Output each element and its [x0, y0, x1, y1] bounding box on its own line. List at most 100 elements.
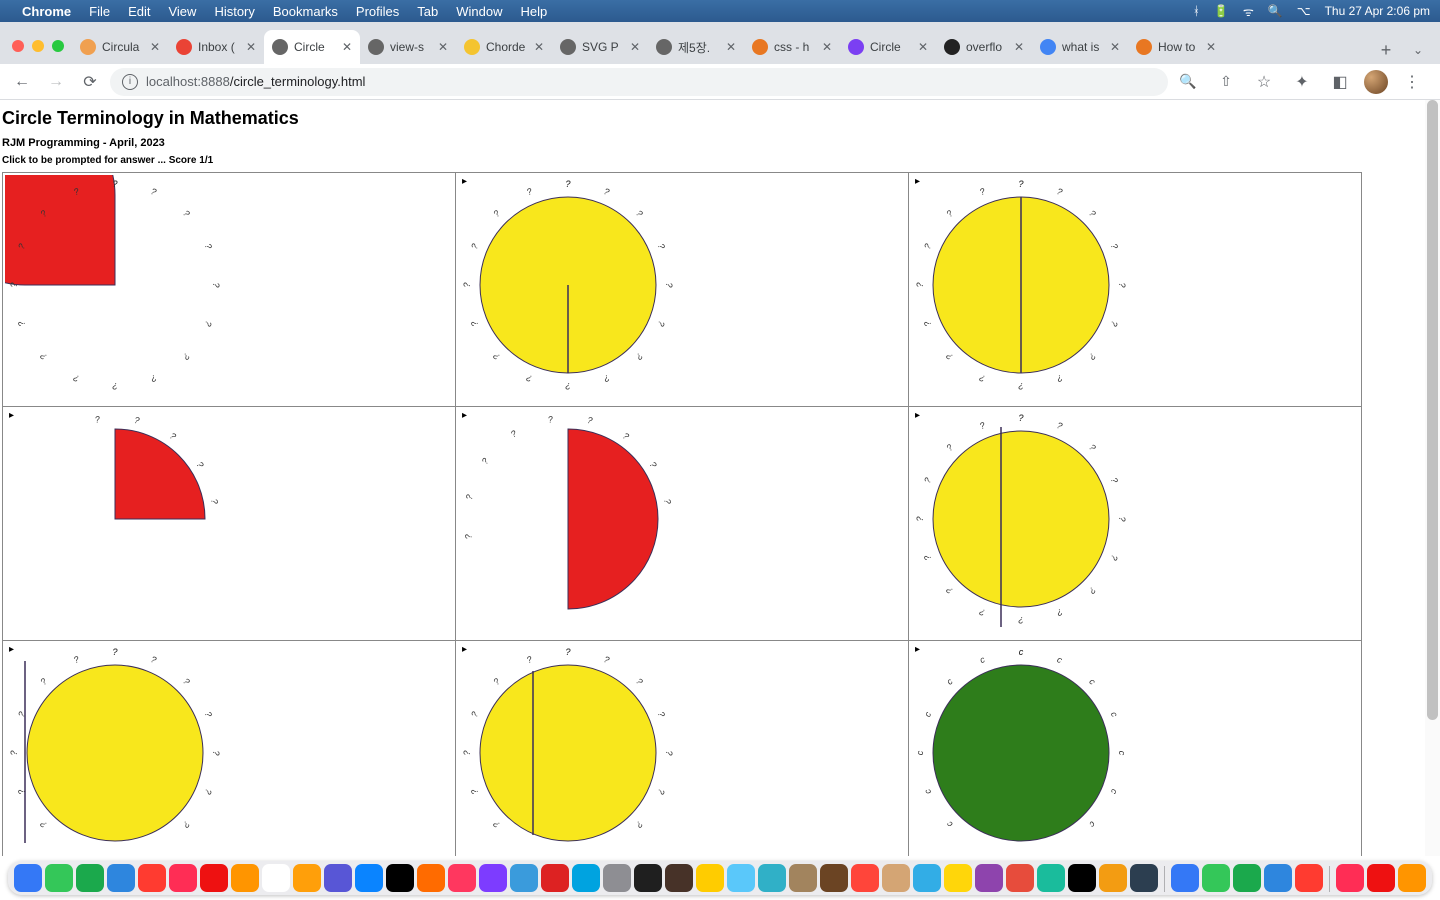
- dock-app-icon[interactable]: [975, 864, 1003, 892]
- bluetooth-icon[interactable]: ᚼ: [1193, 4, 1200, 18]
- dock-app-icon[interactable]: [603, 864, 631, 892]
- menu-file[interactable]: File: [89, 4, 110, 19]
- browser-tab[interactable]: Chorde✕: [456, 30, 552, 64]
- dock-app-icon[interactable]: [1006, 864, 1034, 892]
- menu-history[interactable]: History: [214, 4, 254, 19]
- dock-app-icon[interactable]: [14, 864, 42, 892]
- cell-minor-sector[interactable]: ▸ ?????: [3, 407, 456, 641]
- site-info-icon[interactable]: i: [122, 74, 138, 90]
- vertical-scrollbar[interactable]: [1425, 100, 1440, 856]
- browser-tab[interactable]: 제5장.✕: [648, 30, 744, 64]
- profile-avatar[interactable]: [1364, 70, 1388, 94]
- browser-tab[interactable]: Circula✕: [72, 30, 168, 64]
- dock-app-icon[interactable]: [1202, 864, 1230, 892]
- dock-app-icon[interactable]: [479, 864, 507, 892]
- close-tab-icon[interactable]: ✕: [918, 40, 928, 54]
- menu-profiles[interactable]: Profiles: [356, 4, 399, 19]
- menu-window[interactable]: Window: [456, 4, 502, 19]
- browser-tab[interactable]: view-s✕: [360, 30, 456, 64]
- browser-tab[interactable]: Circle✕: [840, 30, 936, 64]
- dock-app-icon[interactable]: [417, 864, 445, 892]
- battery-icon[interactable]: 🔋: [1214, 4, 1229, 18]
- extensions-icon[interactable]: ✦: [1288, 68, 1316, 96]
- dock-app-icon[interactable]: [1295, 864, 1323, 892]
- close-tab-icon[interactable]: ✕: [1014, 40, 1024, 54]
- scrollbar-thumb[interactable]: [1427, 100, 1438, 720]
- dock-app-icon[interactable]: [1130, 864, 1158, 892]
- close-tab-icon[interactable]: ✕: [822, 40, 832, 54]
- dock-app-icon[interactable]: [789, 864, 817, 892]
- dock-app-icon[interactable]: [76, 864, 104, 892]
- side-panel-icon[interactable]: ◧: [1326, 68, 1354, 96]
- dock-app-icon[interactable]: [1068, 864, 1096, 892]
- dock-app-icon[interactable]: [1264, 864, 1292, 892]
- tab-overflow-button[interactable]: ⌄: [1404, 36, 1432, 64]
- dock-app-icon[interactable]: [572, 864, 600, 892]
- dock-app-icon[interactable]: [1037, 864, 1065, 892]
- browser-tab[interactable]: what is✕: [1032, 30, 1128, 64]
- wifi-icon[interactable]: ᯤ: [1243, 3, 1254, 20]
- dock-app-icon[interactable]: [386, 864, 414, 892]
- dock-app-icon[interactable]: [665, 864, 693, 892]
- cell-tangent[interactable]: ▸ ?????????????????: [3, 641, 456, 857]
- dock-app-icon[interactable]: [541, 864, 569, 892]
- share-icon[interactable]: ⇧: [1212, 68, 1240, 96]
- dock-app-icon[interactable]: [45, 864, 73, 892]
- browser-tab[interactable]: SVG P✕: [552, 30, 648, 64]
- browser-tab[interactable]: Inbox (✕: [168, 30, 264, 64]
- dock-app-icon[interactable]: [634, 864, 662, 892]
- menu-edit[interactable]: Edit: [128, 4, 150, 19]
- menu-help[interactable]: Help: [521, 4, 548, 19]
- reload-button[interactable]: ⟳: [76, 68, 104, 96]
- dock-app-icon[interactable]: [107, 864, 135, 892]
- dock-app-icon[interactable]: [944, 864, 972, 892]
- dock-app-icon[interactable]: [510, 864, 538, 892]
- forward-button[interactable]: →: [42, 68, 70, 96]
- close-tab-icon[interactable]: ✕: [342, 40, 352, 54]
- dock-app-icon[interactable]: [324, 864, 352, 892]
- dock-app-icon[interactable]: [200, 864, 228, 892]
- dock-app-icon[interactable]: [1233, 864, 1261, 892]
- dock-app-icon[interactable]: [138, 864, 166, 892]
- back-button[interactable]: ←: [8, 68, 36, 96]
- close-tab-icon[interactable]: ✕: [726, 40, 736, 54]
- close-tab-icon[interactable]: ✕: [438, 40, 448, 54]
- dock-app-icon[interactable]: [1171, 864, 1199, 892]
- cell-disc[interactable]: ▸ ccccccccccccccccc: [909, 641, 1362, 857]
- browser-tab[interactable]: css - h✕: [744, 30, 840, 64]
- dock-app-icon[interactable]: [696, 864, 724, 892]
- dock-app-icon[interactable]: [231, 864, 259, 892]
- chrome-menu-icon[interactable]: ⋮: [1398, 68, 1426, 96]
- dock-app-icon[interactable]: [882, 864, 910, 892]
- cell-radius[interactable]: ▸ ?????????????????: [456, 173, 909, 407]
- browser-tab[interactable]: overflo✕: [936, 30, 1032, 64]
- menu-tab[interactable]: Tab: [417, 4, 438, 19]
- control-center-icon[interactable]: ⌥: [1297, 4, 1311, 18]
- app-menu[interactable]: Chrome: [22, 4, 71, 19]
- cell-chord[interactable]: ▸ ?????????????????: [456, 641, 909, 857]
- browser-tab[interactable]: How to✕: [1128, 30, 1224, 64]
- dock-app-icon[interactable]: [1099, 864, 1127, 892]
- bookmark-icon[interactable]: ☆: [1250, 68, 1278, 96]
- close-window[interactable]: [12, 40, 24, 52]
- cell-semicircle[interactable]: ▸ ?????????: [456, 407, 909, 641]
- clock[interactable]: Thu 27 Apr 2:06 pm: [1325, 4, 1430, 18]
- spotlight-icon[interactable]: 🔍: [1268, 4, 1283, 18]
- menu-bookmarks[interactable]: Bookmarks: [273, 4, 338, 19]
- menu-view[interactable]: View: [168, 4, 196, 19]
- close-tab-icon[interactable]: ✕: [630, 40, 640, 54]
- close-tab-icon[interactable]: ✕: [150, 40, 160, 54]
- dock-app-icon[interactable]: [1398, 864, 1426, 892]
- browser-tab[interactable]: Circle✕: [264, 30, 360, 64]
- cell-major-sector[interactable]: ▸ ?????????????????: [3, 173, 456, 407]
- close-tab-icon[interactable]: ✕: [246, 40, 256, 54]
- dock-app-icon[interactable]: [1336, 864, 1364, 892]
- minimize-window[interactable]: [32, 40, 44, 52]
- dock-app-icon[interactable]: [262, 864, 290, 892]
- new-tab-button[interactable]: +: [1372, 36, 1400, 64]
- dock-app-icon[interactable]: [820, 864, 848, 892]
- dock-app-icon[interactable]: [1367, 864, 1395, 892]
- dock-app-icon[interactable]: [355, 864, 383, 892]
- close-tab-icon[interactable]: ✕: [1110, 40, 1120, 54]
- score-line[interactable]: Click to be prompted for answer ... Scor…: [2, 155, 1436, 166]
